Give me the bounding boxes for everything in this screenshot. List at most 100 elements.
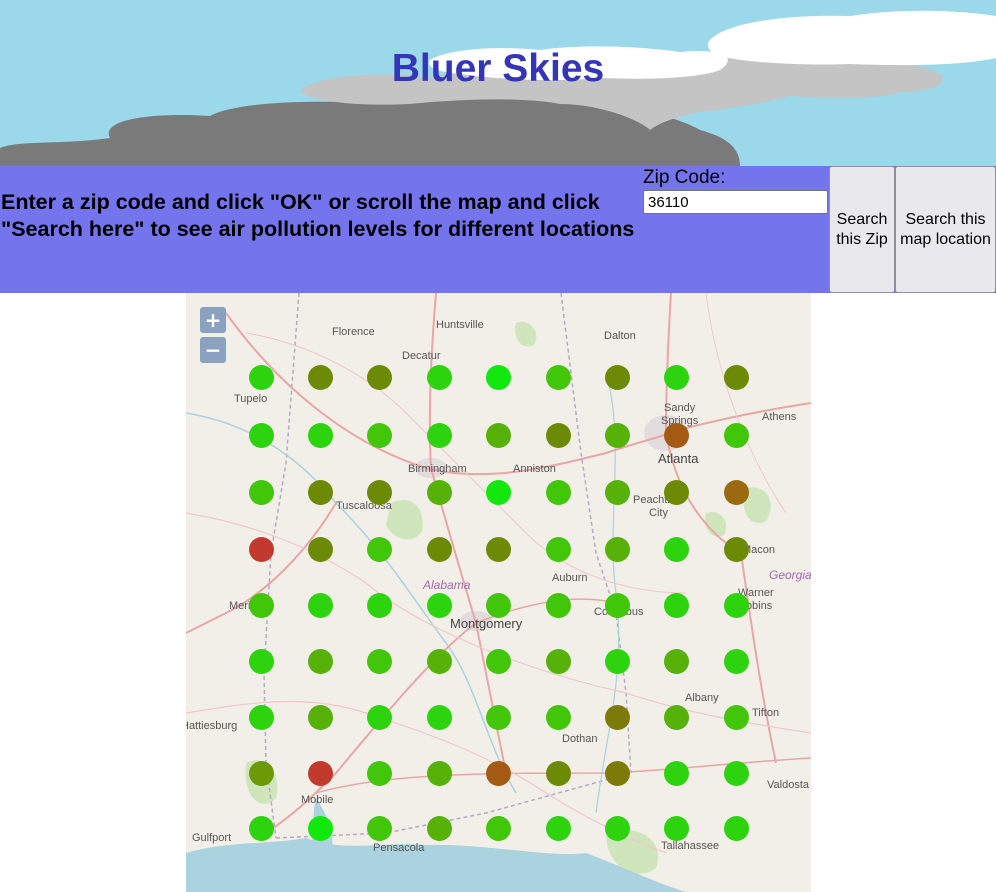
- pollution-marker[interactable]: [426, 648, 452, 674]
- pollution-marker[interactable]: [426, 364, 452, 390]
- pollution-marker[interactable]: [485, 760, 511, 786]
- pollution-marker[interactable]: [366, 592, 392, 618]
- search-zip-button[interactable]: Search this Zip: [829, 166, 895, 293]
- pollution-marker[interactable]: [545, 422, 571, 448]
- pollution-marker[interactable]: [485, 704, 511, 730]
- pollution-marker[interactable]: [723, 704, 749, 730]
- pollution-marker[interactable]: [366, 536, 392, 562]
- pollution-marker[interactable]: [366, 760, 392, 786]
- pollution-marker[interactable]: [366, 815, 392, 841]
- air-quality-map[interactable]: Huntsville Florence Dalton Decatur Tupelo San…: [186, 293, 811, 892]
- pollution-marker[interactable]: [545, 648, 571, 674]
- place-label: Auburn: [552, 572, 588, 584]
- pollution-marker[interactable]: [663, 479, 689, 505]
- pollution-marker[interactable]: [307, 815, 333, 841]
- pollution-marker[interactable]: [366, 704, 392, 730]
- place-label: City: [649, 507, 668, 519]
- pollution-marker[interactable]: [604, 648, 630, 674]
- pollution-marker[interactable]: [604, 815, 630, 841]
- pollution-marker[interactable]: [307, 760, 333, 786]
- pollution-marker[interactable]: [485, 592, 511, 618]
- zoom-in-button[interactable]: +: [200, 307, 226, 333]
- pollution-marker[interactable]: [723, 364, 749, 390]
- pollution-marker[interactable]: [663, 648, 689, 674]
- pollution-marker[interactable]: [545, 815, 571, 841]
- pollution-marker[interactable]: [426, 704, 452, 730]
- controls-bar: Enter a zip code and click "OK" or scrol…: [0, 166, 996, 293]
- pollution-marker[interactable]: [307, 592, 333, 618]
- pollution-marker[interactable]: [248, 592, 274, 618]
- pollution-marker[interactable]: [604, 592, 630, 618]
- pollution-marker[interactable]: [485, 536, 511, 562]
- pollution-marker[interactable]: [604, 760, 630, 786]
- pollution-marker[interactable]: [426, 536, 452, 562]
- pollution-marker[interactable]: [545, 592, 571, 618]
- pollution-marker[interactable]: [307, 648, 333, 674]
- pollution-marker[interactable]: [663, 815, 689, 841]
- place-label: Mobile: [301, 794, 334, 806]
- pollution-marker[interactable]: [248, 760, 274, 786]
- pollution-marker[interactable]: [663, 422, 689, 448]
- pollution-marker[interactable]: [248, 364, 274, 390]
- pollution-marker[interactable]: [366, 648, 392, 674]
- pollution-marker[interactable]: [426, 815, 452, 841]
- pollution-marker[interactable]: [723, 815, 749, 841]
- pollution-marker[interactable]: [248, 815, 274, 841]
- pollution-marker[interactable]: [426, 760, 452, 786]
- pollution-marker[interactable]: [248, 704, 274, 730]
- pollution-marker[interactable]: [426, 479, 452, 505]
- place-label: Georgia: [769, 568, 811, 582]
- pollution-marker[interactable]: [604, 422, 630, 448]
- pollution-marker[interactable]: [307, 536, 333, 562]
- pollution-marker[interactable]: [723, 760, 749, 786]
- pollution-marker[interactable]: [545, 536, 571, 562]
- pollution-marker[interactable]: [723, 648, 749, 674]
- pollution-marker[interactable]: [545, 364, 571, 390]
- place-label: Montgomery: [450, 616, 523, 631]
- pollution-marker[interactable]: [604, 364, 630, 390]
- zoom-out-button[interactable]: −: [200, 337, 226, 363]
- place-label: Hattiesburg: [186, 720, 238, 732]
- pollution-marker[interactable]: [545, 479, 571, 505]
- pollution-marker[interactable]: [723, 422, 749, 448]
- place-label: Tallahassee: [661, 840, 720, 852]
- pollution-marker[interactable]: [663, 760, 689, 786]
- pollution-marker[interactable]: [545, 760, 571, 786]
- pollution-marker[interactable]: [248, 536, 274, 562]
- pollution-marker[interactable]: [426, 422, 452, 448]
- search-map-location-button[interactable]: Search this map location: [895, 166, 996, 293]
- pollution-marker[interactable]: [545, 704, 571, 730]
- pollution-marker[interactable]: [663, 364, 689, 390]
- pollution-marker[interactable]: [366, 479, 392, 505]
- pollution-marker[interactable]: [307, 422, 333, 448]
- pollution-marker[interactable]: [248, 648, 274, 674]
- pollution-marker[interactable]: [663, 592, 689, 618]
- pollution-marker[interactable]: [248, 479, 274, 505]
- pollution-marker[interactable]: [366, 422, 392, 448]
- pollution-marker[interactable]: [663, 704, 689, 730]
- pollution-marker[interactable]: [723, 536, 749, 562]
- app-title: Bluer Skies: [391, 47, 605, 90]
- place-label: Huntsville: [436, 319, 484, 331]
- pollution-marker[interactable]: [663, 536, 689, 562]
- pollution-marker[interactable]: [307, 364, 333, 390]
- pollution-marker[interactable]: [485, 422, 511, 448]
- zip-code-input[interactable]: [643, 190, 828, 214]
- pollution-marker[interactable]: [604, 536, 630, 562]
- pollution-marker[interactable]: [485, 815, 511, 841]
- place-label: Sandy: [664, 402, 696, 414]
- pollution-marker[interactable]: [366, 364, 392, 390]
- pollution-marker[interactable]: [604, 704, 630, 730]
- pollution-marker[interactable]: [604, 479, 630, 505]
- pollution-marker[interactable]: [248, 422, 274, 448]
- pollution-marker[interactable]: [485, 479, 511, 505]
- pollution-marker[interactable]: [723, 479, 749, 505]
- pollution-marker[interactable]: [426, 592, 452, 618]
- pollution-marker[interactable]: [485, 648, 511, 674]
- pollution-marker[interactable]: [307, 479, 333, 505]
- instructions-text: Enter a zip code and click "OK" or scrol…: [1, 190, 635, 241]
- pollution-marker[interactable]: [307, 704, 333, 730]
- place-label: Dothan: [562, 733, 598, 745]
- pollution-marker[interactable]: [723, 592, 749, 618]
- pollution-marker[interactable]: [485, 364, 511, 390]
